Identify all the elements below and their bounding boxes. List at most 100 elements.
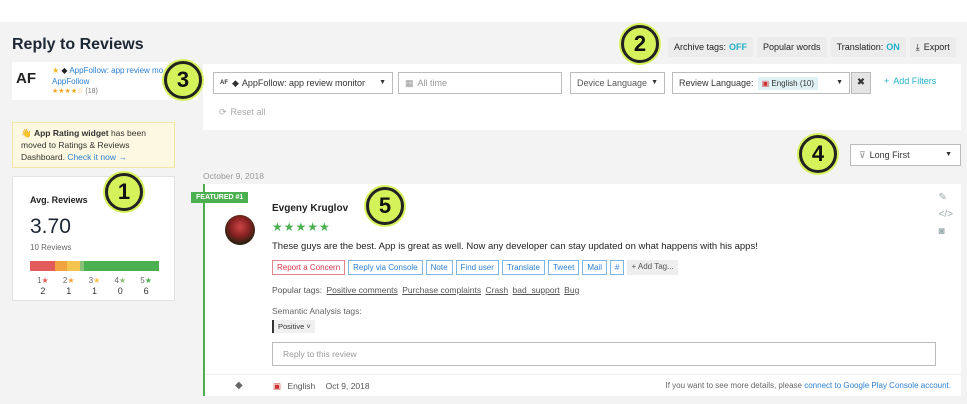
chevron-down-icon: ▼	[379, 79, 386, 86]
add-filters-label: Add Filters	[893, 76, 937, 86]
device-language-select[interactable]: Device Language ▼	[570, 72, 665, 94]
app-name-link[interactable]: ★ ◆ AppFollow: app review mo	[52, 66, 182, 75]
note-button[interactable]: Note	[425, 260, 453, 275]
widget-notice-bold: App Rating widget	[33, 128, 109, 138]
clear-language-button[interactable]: ✖	[851, 72, 871, 94]
callout-marker: 2	[621, 25, 659, 63]
review-date: Oct 9, 2018	[325, 381, 370, 391]
chevron-down-icon: ▼	[651, 79, 658, 86]
star-icon: ★	[41, 276, 49, 285]
app-name: AppFollow: app review mo	[69, 66, 164, 75]
reset-all-label: Reset all	[230, 107, 266, 117]
android-icon: ◆	[61, 66, 68, 75]
app-rating: ★★★★☆ (18)	[52, 87, 98, 95]
android-icon: ◆	[235, 380, 243, 391]
calendar-icon: ▦	[405, 77, 414, 88]
chevron-down-icon: ▼	[836, 79, 843, 86]
review-language-pill[interactable]: ▣ English (10)	[757, 76, 819, 90]
rating-3-star: 3★ 1	[82, 276, 108, 296]
popular-tag[interactable]: Purchase complaints	[402, 285, 481, 295]
reply-input[interactable]: Reply to this review	[272, 342, 936, 366]
find-user-button[interactable]: Find user	[455, 260, 499, 275]
review-meta: ▣ English Oct 9, 2018	[273, 381, 370, 392]
semantic-tag-select[interactable]: Positive ˅	[272, 320, 315, 333]
add-filters-button[interactable]: + Add Filters	[884, 76, 936, 86]
callout-marker: 4	[799, 135, 837, 173]
widget-notice: 👋 App Rating widget has been moved to Ra…	[12, 122, 175, 168]
star-icon: ★	[67, 276, 75, 285]
review-language: English	[287, 381, 316, 391]
translate-button[interactable]: Translate	[501, 260, 545, 275]
rating-3-value: 1	[91, 286, 97, 296]
avg-reviews-value: 3.70	[30, 215, 71, 238]
rating-distribution-bar	[30, 261, 159, 271]
rating-4-value: 0	[117, 286, 123, 296]
rating-2-label: 2★	[63, 276, 75, 285]
download-icon: ⤓	[915, 41, 920, 52]
flag-uk-icon: ▣	[273, 381, 282, 391]
star-icon: ★	[52, 66, 60, 75]
star-icon: ★	[144, 276, 152, 285]
rating-1-label: 1★	[37, 276, 49, 285]
review-language-value: English (10)	[771, 78, 815, 88]
rating-3-label: 3★	[89, 276, 101, 285]
avg-reviews-card: Avg. Reviews 3.70 10 Reviews 1★ 2 2★ 1 3★ 1…	[12, 176, 175, 301]
app-publisher: AppFollow	[52, 77, 90, 86]
popular-tag[interactable]: Crash	[485, 285, 508, 295]
popular-tag[interactable]: bad_support	[513, 285, 560, 295]
add-tag-button[interactable]: + Add Tag...	[627, 260, 678, 275]
rating-5-label: 5★	[140, 276, 152, 285]
report-concern-button[interactable]: Report a Concern	[272, 260, 346, 275]
connect-console-link[interactable]: connect to Google Play Console account.	[804, 381, 951, 390]
callout-marker: 1	[105, 173, 143, 211]
rating-1-star: 1★ 2	[30, 276, 56, 296]
camera-icon[interactable]: ◙	[939, 226, 953, 237]
rating-bar-segment	[84, 261, 159, 271]
mail-button[interactable]: Mail	[582, 260, 607, 275]
featured-badge: FEATURED #1	[191, 192, 249, 203]
review-card: Evgeny Kruglov ★★★★★ These guys are the …	[203, 184, 961, 396]
hash-button[interactable]: #	[609, 260, 625, 275]
sort-value: Long First	[869, 150, 910, 160]
avg-reviews-title: Avg. Reviews	[30, 195, 88, 205]
check-it-now-link[interactable]: Check it now →	[67, 152, 127, 162]
popular-tag[interactable]: Positive comments	[326, 285, 397, 295]
close-icon: ✖	[856, 77, 866, 88]
review-author: Evgeny Kruglov	[272, 203, 349, 214]
date-select[interactable]: ▦ All time	[398, 72, 562, 94]
popular-tag[interactable]: Bug	[564, 285, 579, 295]
translation-state: ON	[886, 42, 900, 52]
reply-via-console-button[interactable]: Reply via Console	[348, 260, 423, 275]
app-rating-stars: ★★★★☆	[52, 88, 84, 95]
archive-tags-toggle[interactable]: Archive tags: OFF	[668, 37, 754, 57]
avg-reviews-count: 10 Reviews	[30, 243, 72, 252]
popular-tags-label: Popular tags:	[272, 285, 323, 295]
app-select-value: AppFollow: app review monitor	[241, 78, 365, 88]
tweet-button[interactable]: Tweet	[547, 260, 580, 275]
avatar[interactable]	[225, 215, 255, 245]
plus-icon: +	[884, 76, 890, 86]
rating-1-value: 2	[40, 286, 46, 296]
app-logo: AF	[16, 70, 36, 87]
translation-label: Translation:	[836, 42, 884, 52]
code-icon[interactable]: </>	[939, 209, 953, 220]
semantic-tags-label: Semantic Analysis tags:	[272, 306, 362, 316]
chevron-down-icon: ▼	[945, 151, 952, 158]
reset-all-button[interactable]: ⟳ Reset all	[219, 107, 266, 118]
export-button[interactable]: ⤓ Export	[909, 37, 956, 57]
review-side-icons: ✎ </> ◙	[939, 192, 953, 237]
translation-toggle[interactable]: Translation: ON	[830, 37, 906, 57]
filter-icon: ⊽	[859, 149, 866, 160]
rating-5-value: 6	[143, 286, 149, 296]
popular-words-button[interactable]: Popular words	[757, 37, 827, 57]
rating-bar-segment	[30, 261, 55, 271]
rating-4-label: 4★	[114, 276, 126, 285]
refresh-icon: ⟳	[219, 107, 227, 117]
review-language-select[interactable]: Review Language: ▣ English (10) ▼	[672, 72, 850, 94]
sort-select[interactable]: ⊽ Long First ▼	[850, 144, 961, 166]
archive-tags-state: OFF	[729, 42, 748, 52]
app-select[interactable]: AF ◆ AppFollow: app review monitor ▼	[213, 72, 393, 94]
date-select-value: All time	[417, 78, 448, 88]
app-rating-count: (18)	[85, 88, 98, 95]
edit-icon[interactable]: ✎	[939, 192, 953, 203]
